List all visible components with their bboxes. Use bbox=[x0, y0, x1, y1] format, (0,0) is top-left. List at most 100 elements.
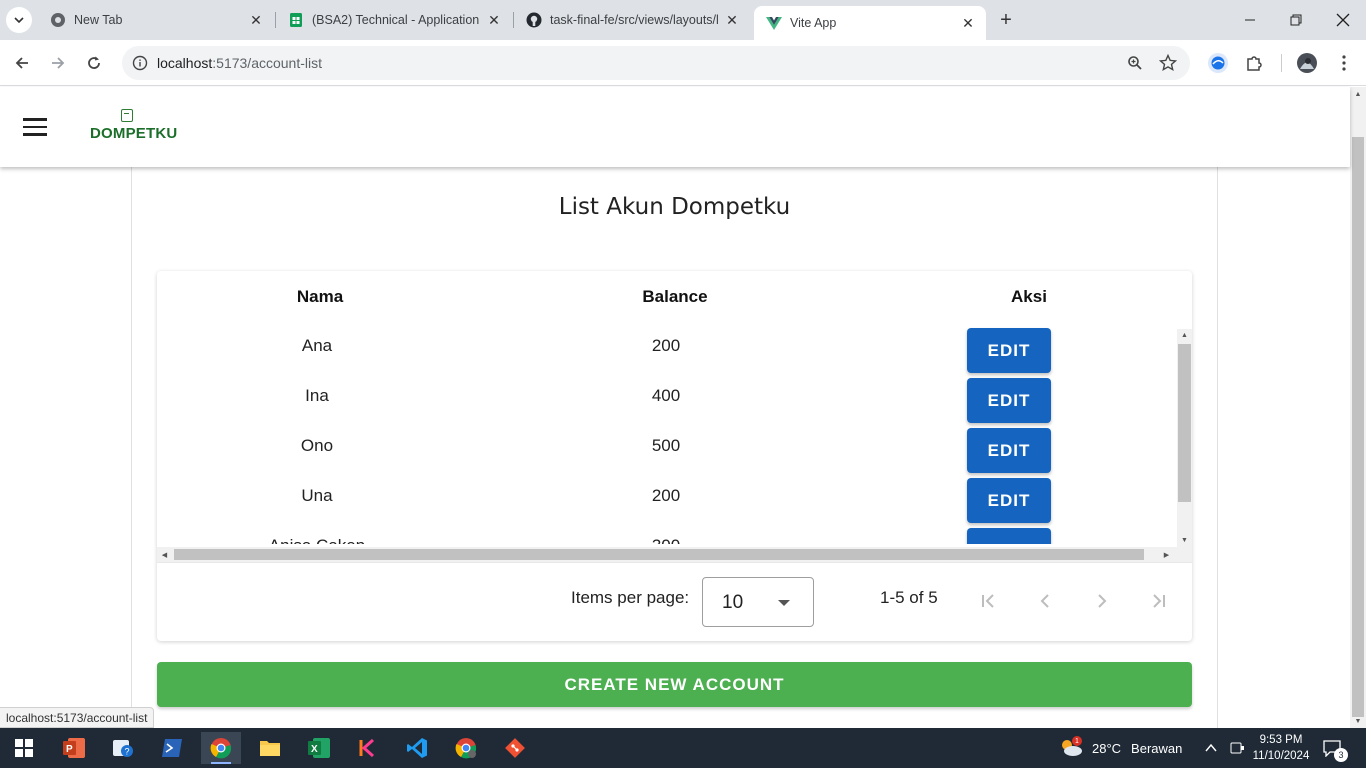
items-per-page-select[interactable]: 10 bbox=[702, 577, 814, 627]
chrome-profile-icon[interactable] bbox=[446, 732, 486, 764]
extensions-puzzle-icon[interactable] bbox=[1241, 50, 1267, 76]
menu-hamburger-icon[interactable] bbox=[23, 118, 47, 136]
tab-github[interactable]: task-final-fe/src/views/layouts/l ✕ bbox=[514, 0, 750, 40]
cell-name: Anisa Cakep bbox=[217, 536, 417, 544]
close-icon[interactable]: ✕ bbox=[248, 12, 264, 28]
chrome-taskbar-icon[interactable] bbox=[201, 732, 241, 764]
column-header-nama[interactable]: Nama bbox=[220, 287, 420, 307]
weather-text: Berawan bbox=[1131, 740, 1183, 756]
git-icon[interactable] bbox=[495, 732, 535, 764]
close-icon[interactable]: ✕ bbox=[960, 15, 976, 31]
plus-icon: + bbox=[1000, 8, 1012, 31]
weather-alert-badge: 1 bbox=[1072, 736, 1082, 746]
device-icon[interactable] bbox=[1229, 728, 1245, 768]
cell-name: Ina bbox=[305, 386, 329, 405]
last-page-button[interactable] bbox=[1139, 581, 1179, 621]
scrollbar-thumb[interactable] bbox=[174, 549, 1144, 560]
site-info-icon[interactable] bbox=[130, 53, 150, 73]
items-per-page-label: Items per page: bbox=[571, 588, 690, 607]
cell-balance: 500 bbox=[651, 436, 681, 455]
edit-button[interactable]: EDIT bbox=[967, 528, 1051, 544]
edit-button[interactable]: EDIT bbox=[967, 478, 1051, 523]
tab-new-tab[interactable]: New Tab ✕ bbox=[38, 0, 274, 40]
page-content: List Akun Dompetku Nama Balance Aksi Ana… bbox=[0, 167, 1350, 728]
dompetku-logo[interactable]: DOMPETKU bbox=[90, 107, 177, 147]
column-header-balance[interactable]: Balance bbox=[575, 287, 775, 307]
excel-icon[interactable]: X bbox=[299, 732, 339, 764]
table-row: Ina 400 EDIT bbox=[157, 375, 1177, 425]
weather-widget[interactable]: 1 28°C Berawan bbox=[1058, 728, 1182, 768]
reload-icon bbox=[88, 56, 100, 69]
close-window-button[interactable] bbox=[1331, 8, 1355, 32]
tab-search-button[interactable] bbox=[6, 7, 32, 33]
scroll-up-arrow-icon[interactable]: ▲ bbox=[1350, 87, 1366, 101]
file-explorer-icon[interactable] bbox=[250, 732, 290, 764]
previous-page-button[interactable] bbox=[1025, 581, 1065, 621]
scroll-down-arrow-icon[interactable]: ▼ bbox=[1350, 714, 1366, 728]
url-path: :5173/account-list bbox=[212, 55, 322, 71]
first-page-icon bbox=[982, 594, 994, 608]
table-horizontal-scrollbar[interactable]: ◀ ▶ bbox=[157, 547, 1192, 562]
zoom-icon[interactable] bbox=[1125, 53, 1145, 73]
file-help-icon[interactable]: ? bbox=[103, 732, 143, 764]
svg-text:X: X bbox=[311, 744, 318, 755]
table-vertical-scrollbar[interactable]: ▲ ▼ bbox=[1177, 329, 1192, 547]
browser-toolbar: localhost:5173/account-list bbox=[0, 40, 1366, 86]
chevron-up-icon bbox=[1205, 743, 1217, 752]
clock[interactable]: 9:53 PM 11/10/2024 bbox=[1250, 728, 1312, 768]
new-tab-button[interactable]: + bbox=[994, 8, 1018, 32]
weather-temp: 28°C bbox=[1092, 740, 1122, 756]
edit-button[interactable]: EDIT bbox=[967, 328, 1051, 373]
scroll-down-arrow-icon[interactable]: ▼ bbox=[1177, 534, 1192, 547]
cell-balance: 200 bbox=[651, 336, 681, 355]
last-page-icon bbox=[1153, 594, 1165, 608]
minimize-icon bbox=[1245, 19, 1255, 21]
restore-button[interactable] bbox=[1284, 8, 1308, 32]
create-new-account-button[interactable]: CREATE NEW ACCOUNT bbox=[157, 662, 1192, 707]
edit-button[interactable]: EDIT bbox=[967, 378, 1051, 423]
profile-avatar[interactable] bbox=[1294, 50, 1320, 76]
vue-icon bbox=[766, 15, 782, 31]
tab-sheets[interactable]: (BSA2) Technical - Application F ✕ bbox=[276, 0, 512, 40]
powershell-icon[interactable] bbox=[152, 732, 192, 764]
clock-time: 9:53 PM bbox=[1259, 734, 1303, 746]
close-icon[interactable]: ✕ bbox=[724, 12, 740, 28]
close-icon[interactable]: ✕ bbox=[486, 12, 502, 28]
table-row: Ono 500 EDIT bbox=[157, 425, 1177, 475]
notification-center[interactable]: 3 bbox=[1322, 728, 1348, 768]
scrollbar-thumb[interactable] bbox=[1352, 137, 1364, 717]
next-page-button[interactable] bbox=[1082, 581, 1122, 621]
reload-button[interactable] bbox=[82, 51, 106, 75]
windows-start-icon[interactable] bbox=[4, 732, 44, 764]
pagination-range: 1-5 of 5 bbox=[880, 588, 938, 607]
page-vertical-scrollbar[interactable]: ▲ ▼ bbox=[1350, 87, 1366, 728]
github-icon bbox=[526, 12, 542, 28]
table-body[interactable]: Ana 200 EDIT Ina 400 EDIT Ono 500 EDIT U… bbox=[157, 323, 1177, 544]
powerpoint-icon[interactable]: P bbox=[54, 732, 94, 764]
more-menu-icon[interactable] bbox=[1331, 50, 1357, 76]
table-row: Ana 200 EDIT bbox=[157, 325, 1177, 375]
vscode-icon[interactable] bbox=[397, 732, 437, 764]
browser-tab-strip: New Tab ✕ (BSA2) Technical - Application… bbox=[0, 0, 1366, 40]
forward-button[interactable] bbox=[46, 51, 70, 75]
bookmark-star-icon[interactable] bbox=[1158, 53, 1178, 73]
tab-vite-app[interactable]: Vite App ✕ bbox=[754, 6, 986, 40]
url-text: localhost:5173/account-list bbox=[157, 55, 322, 71]
scrollbar-thumb[interactable] bbox=[1178, 344, 1191, 502]
extension-edge-icon[interactable] bbox=[1205, 50, 1231, 76]
first-page-button[interactable] bbox=[968, 581, 1008, 621]
edit-button[interactable]: EDIT bbox=[967, 428, 1051, 473]
cell-name: Ana bbox=[301, 336, 333, 355]
arrow-right-icon bbox=[52, 57, 65, 69]
address-bar[interactable]: localhost:5173/account-list bbox=[122, 46, 1190, 80]
scroll-up-arrow-icon[interactable]: ▲ bbox=[1177, 329, 1192, 342]
minimize-button[interactable] bbox=[1238, 8, 1262, 32]
scroll-left-arrow-icon[interactable]: ◀ bbox=[157, 547, 172, 562]
table-row: Una 200 EDIT bbox=[157, 475, 1177, 525]
show-hidden-icons[interactable] bbox=[1204, 728, 1218, 768]
back-button[interactable] bbox=[10, 51, 34, 75]
svg-text:?: ? bbox=[125, 747, 130, 757]
scroll-right-arrow-icon[interactable]: ▶ bbox=[1159, 547, 1174, 562]
app-k-icon[interactable] bbox=[348, 732, 388, 764]
column-header-aksi: Aksi bbox=[1011, 287, 1047, 306]
